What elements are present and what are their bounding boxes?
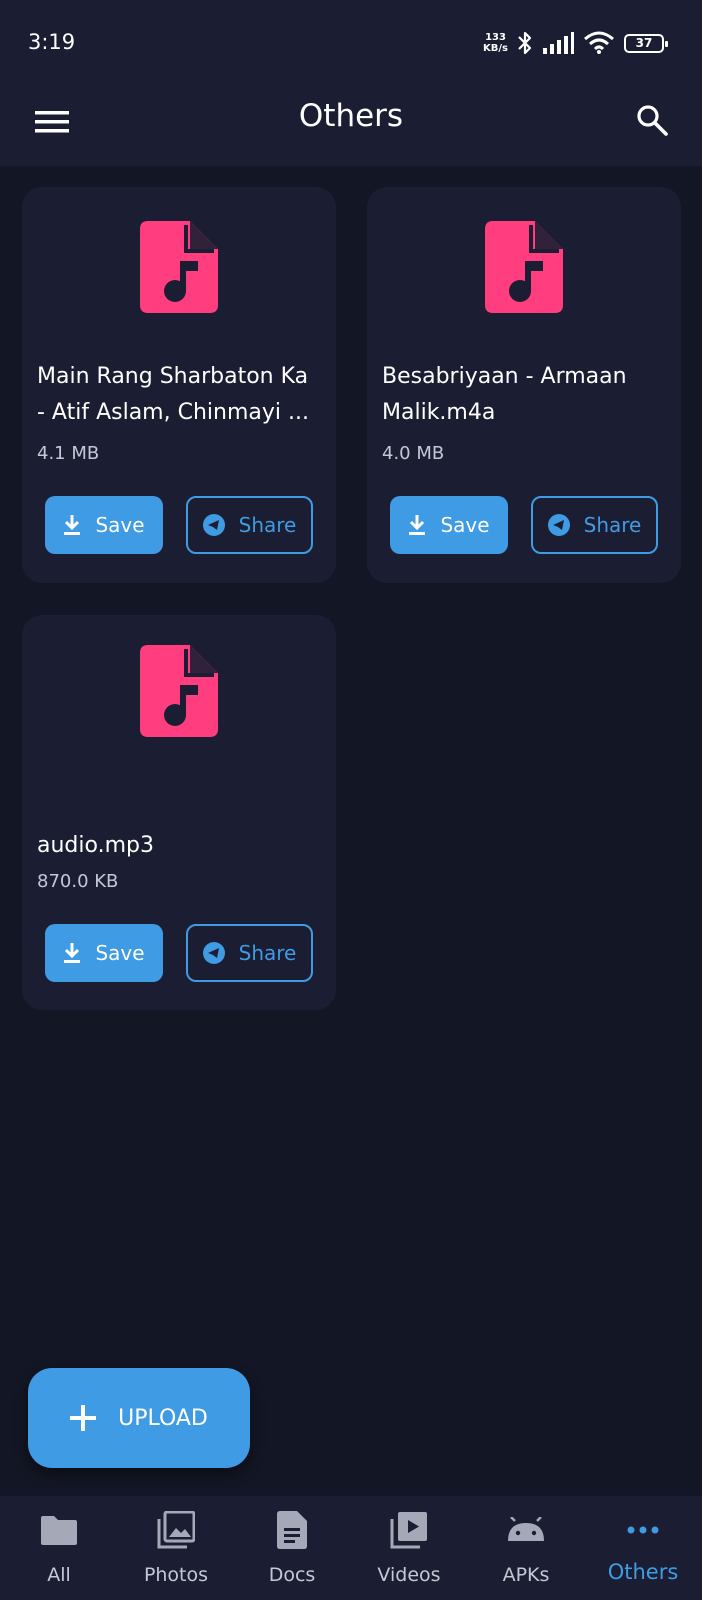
file-card[interactable]: Main Rang Sharbaton Ka - Atif Aslam, Chi… <box>22 187 336 583</box>
share-button[interactable]: Share <box>186 496 313 554</box>
telegram-icon <box>547 514 570 536</box>
battery-icon: 37 <box>624 33 668 53</box>
file-name: Besabriyaan - Armaan Malik.m4a <box>382 364 627 425</box>
telegram-icon <box>202 942 225 964</box>
nav-item-others[interactable]: Others <box>588 1506 698 1596</box>
save-label: Save <box>440 513 490 537</box>
folder-icon <box>41 1516 77 1545</box>
save-button[interactable]: Save <box>390 496 508 554</box>
save-label: Save <box>95 513 145 537</box>
save-button[interactable]: Save <box>45 496 163 554</box>
audio-file-icon <box>140 221 218 313</box>
search-button[interactable] <box>630 98 674 142</box>
nav-item-all[interactable]: All <box>4 1506 114 1596</box>
share-button[interactable]: Share <box>186 924 313 982</box>
nav-label: Photos <box>143 1564 209 1586</box>
nav-label: Videos <box>377 1564 441 1586</box>
nav-label: Docs <box>268 1564 316 1586</box>
file-card[interactable]: Besabriyaan - Armaan Malik.m4a 4.0 MB Sa… <box>367 187 681 583</box>
network-speed-value: 133 <box>485 32 506 43</box>
file-card[interactable]: audio.mp3 870.0 KB Save Share <box>22 615 336 1010</box>
document-icon <box>277 1511 307 1549</box>
download-icon <box>64 515 81 535</box>
nav-item-videos[interactable]: Videos <box>354 1506 464 1596</box>
plus-icon <box>70 1405 97 1431</box>
video-library-icon <box>390 1512 427 1549</box>
page-title: Others <box>298 98 404 134</box>
network-speed-unit: KB/s <box>483 43 508 54</box>
audio-file-icon <box>485 221 563 313</box>
status-bar: 3:19 133 KB/s 37 <box>0 0 702 86</box>
file-size: 870.0 KB <box>37 871 119 892</box>
nav-label: All <box>47 1564 71 1586</box>
android-icon <box>508 1517 544 1541</box>
telegram-icon <box>202 514 225 536</box>
nav-item-photos[interactable]: Photos <box>121 1506 231 1596</box>
more-dots-icon <box>627 1526 659 1534</box>
status-icons: 133 KB/s 37 <box>483 28 668 58</box>
nav-item-docs[interactable]: Docs <box>237 1506 347 1596</box>
bluetooth-icon <box>518 31 532 55</box>
network-speed: 133 KB/s <box>483 32 508 54</box>
bottom-nav: All Photos Docs Videos APKs Others <box>0 1496 702 1600</box>
audio-file-icon <box>140 645 218 737</box>
file-size: 4.0 MB <box>382 443 445 464</box>
signal-icon <box>543 32 574 54</box>
share-label: Share <box>238 941 297 965</box>
wifi-icon <box>584 31 614 54</box>
file-name: Main Rang Sharbaton Ka - Atif Aslam, Chi… <box>37 364 309 425</box>
download-icon <box>409 515 426 535</box>
save-button[interactable]: Save <box>45 924 163 982</box>
file-name: audio.mp3 <box>37 833 154 858</box>
save-label: Save <box>95 941 145 965</box>
share-label: Share <box>583 513 642 537</box>
share-button[interactable]: Share <box>531 496 658 554</box>
nav-label: Others <box>607 1560 679 1584</box>
file-size: 4.1 MB <box>37 443 100 464</box>
photos-icon <box>157 1511 195 1549</box>
status-time: 3:19 <box>28 30 76 54</box>
share-label: Share <box>238 513 297 537</box>
search-icon <box>637 105 668 136</box>
upload-label: UPLOAD <box>118 1405 208 1431</box>
nav-item-apks[interactable]: APKs <box>471 1506 581 1596</box>
app-bar: Others <box>0 86 702 166</box>
nav-label: APKs <box>502 1564 550 1586</box>
upload-button[interactable]: UPLOAD <box>28 1368 250 1468</box>
download-icon <box>64 943 81 963</box>
